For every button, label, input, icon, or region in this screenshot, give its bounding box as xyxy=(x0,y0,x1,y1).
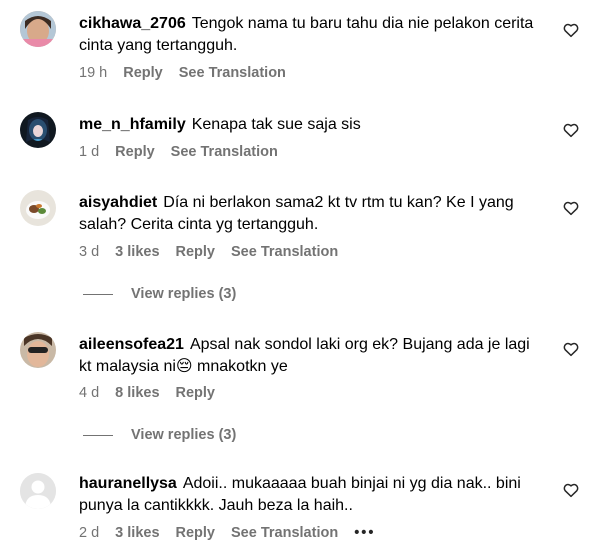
see-translation-button[interactable]: See Translation xyxy=(171,144,278,160)
avatar[interactable] xyxy=(20,112,56,148)
avatar[interactable] xyxy=(20,473,56,509)
comment-body: cikhawa_2706 Tengok nama tu baru tahu dia… xyxy=(79,13,539,57)
more-horizontal-icon[interactable]: ••• xyxy=(354,525,375,541)
reply-button[interactable]: Reply xyxy=(115,144,155,160)
comment-username[interactable]: me_n_hfamily xyxy=(79,116,186,133)
avatar[interactable] xyxy=(20,190,56,226)
comment-time[interactable]: 1 d xyxy=(79,144,99,160)
likes-count[interactable]: 3 likes xyxy=(115,525,159,541)
avatar-image xyxy=(20,332,56,368)
see-translation-button[interactable]: See Translation xyxy=(231,525,338,541)
heart-outline-icon[interactable] xyxy=(562,21,580,39)
see-translation-button[interactable]: See Translation xyxy=(179,65,286,81)
view-replies[interactable]: View replies (3) xyxy=(83,427,236,443)
comment-meta: 4 d 8 likes Reply xyxy=(79,385,231,401)
heart-outline-icon[interactable] xyxy=(562,481,580,499)
comment-meta: 19 h Reply See Translation xyxy=(79,65,302,81)
replies-divider xyxy=(83,434,113,436)
comment-time[interactable]: 3 d xyxy=(79,244,99,260)
avatar[interactable] xyxy=(20,11,56,47)
comment-text: Kenapa tak sue saja sis xyxy=(191,116,361,133)
reply-button[interactable]: Reply xyxy=(176,385,216,401)
comment-meta: 3 d 3 likes Reply See Translation xyxy=(79,244,354,260)
comment-username[interactable]: aileensofea21 xyxy=(79,336,184,353)
view-replies-button[interactable]: View replies (3) xyxy=(131,427,236,443)
heart-outline-icon[interactable] xyxy=(562,340,580,358)
likes-count[interactable]: 8 likes xyxy=(115,385,159,401)
comment-time[interactable]: 19 h xyxy=(79,65,107,81)
comment-body: aileensofea21 Apsal nak sondol laki org e… xyxy=(79,334,539,378)
replies-divider xyxy=(83,293,113,295)
likes-count[interactable]: 3 likes xyxy=(115,244,159,260)
comment-body: me_n_hfamily Kenapa tak sue saja sis xyxy=(79,114,539,136)
reply-button[interactable]: Reply xyxy=(123,65,163,81)
comment-username[interactable]: hauranellysa xyxy=(79,475,177,492)
sad-face-emoji: 😔 xyxy=(175,358,193,375)
avatar[interactable] xyxy=(20,332,56,368)
comment-body: hauranellysa Adoii.. mukaaaaa buah binjai… xyxy=(79,473,539,517)
view-replies-button[interactable]: View replies (3) xyxy=(131,286,236,302)
heart-outline-icon[interactable] xyxy=(562,121,580,139)
comment-time[interactable]: 4 d xyxy=(79,385,99,401)
heart-outline-icon[interactable] xyxy=(562,199,580,217)
comment-meta: 2 d 3 likes Reply See Translation ••• xyxy=(79,525,391,541)
see-translation-button[interactable]: See Translation xyxy=(231,244,338,260)
default-avatar-icon xyxy=(20,473,56,509)
reply-button[interactable]: Reply xyxy=(176,525,216,541)
view-replies[interactable]: View replies (3) xyxy=(83,286,236,302)
comment-username[interactable]: aisyahdiet xyxy=(79,194,157,211)
comment-username[interactable]: cikhawa_2706 xyxy=(79,15,186,32)
comment-time[interactable]: 2 d xyxy=(79,525,99,541)
reply-button[interactable]: Reply xyxy=(176,244,216,260)
comment-meta: 1 d Reply See Translation xyxy=(79,144,294,160)
comment-body: aisyahdiet Día ni berlakon sama2 kt tv rt… xyxy=(79,192,539,236)
avatar-image xyxy=(20,190,56,226)
avatar-image xyxy=(20,11,56,47)
comment-text-continued: mnakotkn ye xyxy=(192,358,288,375)
avatar-image xyxy=(20,112,56,148)
